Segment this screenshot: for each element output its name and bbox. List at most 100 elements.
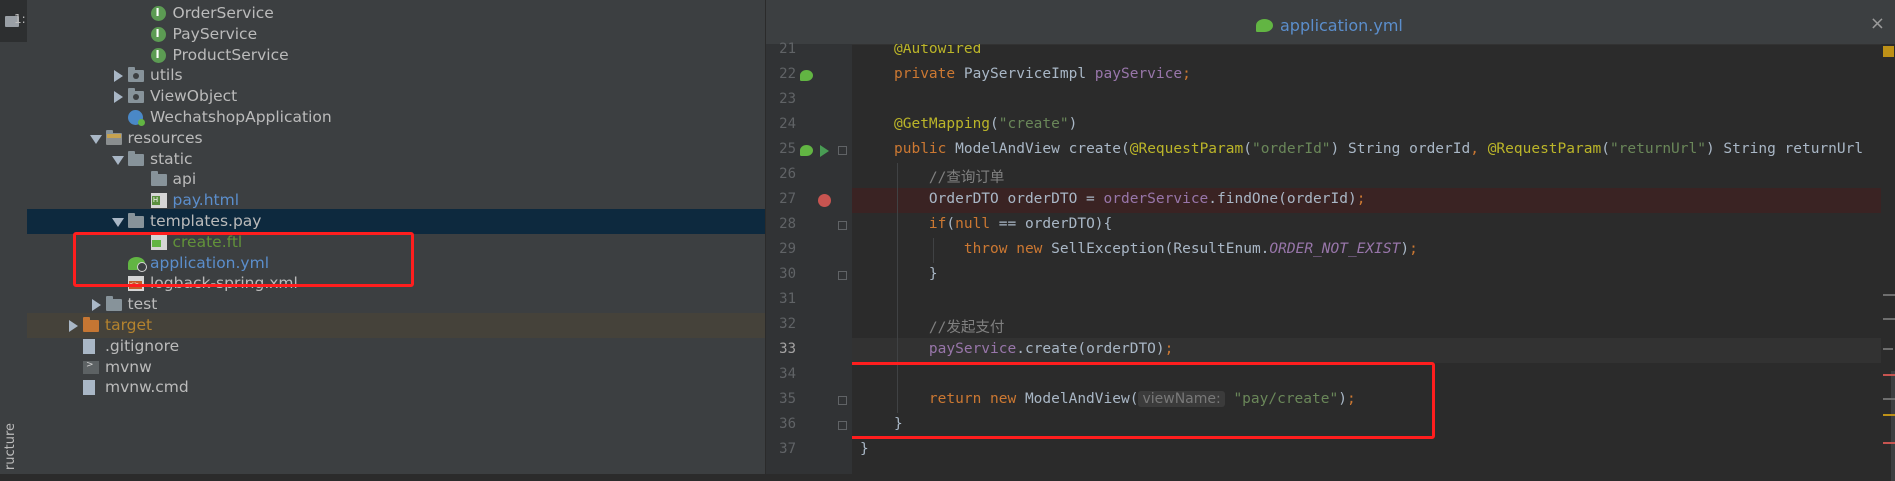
code-token: ) String returnUrl bbox=[1705, 141, 1864, 157]
spring-class-icon bbox=[128, 110, 145, 126]
fold-icon[interactable] bbox=[838, 271, 847, 280]
tree-item-label: templates.pay bbox=[150, 212, 262, 230]
warning-marker[interactable] bbox=[1883, 46, 1894, 57]
tree-item-label: api bbox=[172, 170, 197, 189]
stripe-marker[interactable] bbox=[1883, 374, 1895, 376]
stripe-marker[interactable] bbox=[1883, 398, 1895, 400]
stripe-marker[interactable] bbox=[1883, 294, 1895, 296]
code-text: OrderDTO orderDTO = orderService.findOne… bbox=[894, 191, 1366, 207]
stripe-marker[interactable] bbox=[1891, 371, 1895, 481]
tree-item-mvnw-cmd[interactable]: mvnw.cmd bbox=[27, 375, 765, 400]
structure-tool-tab[interactable]: ructure bbox=[3, 423, 18, 470]
project-tree-panel: OrderService PayService ProductService util… bbox=[27, 0, 765, 474]
line-number: 22 bbox=[779, 66, 796, 82]
stripe-marker[interactable] bbox=[1883, 348, 1893, 350]
fold-icon[interactable] bbox=[838, 146, 847, 155]
spring-bean-icon[interactable] bbox=[800, 70, 813, 81]
code-line[interactable] bbox=[852, 288, 1895, 313]
line-number: 25 bbox=[779, 141, 796, 157]
code-token: //查询订单 bbox=[894, 170, 1005, 186]
code-token: //发起支付 bbox=[894, 320, 1005, 336]
line-number: 24 bbox=[779, 116, 796, 132]
code-token: ) bbox=[1400, 241, 1410, 257]
code-token: ; bbox=[1182, 66, 1191, 82]
error-stripe[interactable] bbox=[1881, 44, 1895, 481]
line-number: 28 bbox=[779, 216, 796, 232]
code-token: ; bbox=[1409, 241, 1418, 257]
code-line[interactable]: //查询订单 bbox=[852, 163, 1895, 188]
tree-item-label: OrderService bbox=[172, 4, 274, 22]
folder-icon bbox=[128, 213, 144, 228]
line-number: 30 bbox=[779, 266, 796, 282]
folder-icon bbox=[128, 150, 144, 166]
tree-item-label: target bbox=[105, 316, 153, 334]
interface-icon bbox=[150, 47, 166, 63]
project-tool-tab[interactable]: 1: bbox=[0, 0, 27, 42]
tree-item-label: resources bbox=[127, 128, 203, 147]
line-number: 26 bbox=[779, 166, 796, 182]
code-line[interactable]: throw new SellException(ResultEnum.ORDER… bbox=[852, 238, 1895, 263]
code-line[interactable]: } bbox=[852, 263, 1895, 288]
chevron-down-icon[interactable] bbox=[112, 155, 124, 165]
tree-item-label: test bbox=[127, 295, 158, 314]
code-token: private bbox=[894, 66, 964, 82]
chevron-right-icon[interactable] bbox=[114, 70, 123, 83]
code-token: ( bbox=[1601, 141, 1610, 157]
code-text: @Autowired bbox=[894, 44, 981, 57]
chevron-down-icon[interactable] bbox=[89, 134, 102, 144]
code-token: "returnUrl" bbox=[1609, 141, 1706, 157]
breakpoint-icon[interactable] bbox=[818, 194, 831, 207]
close-icon[interactable]: × bbox=[1870, 13, 1885, 34]
code-token: orderService bbox=[1103, 191, 1209, 207]
tree-item-label: .gitignore bbox=[105, 336, 180, 355]
fold-icon[interactable] bbox=[838, 421, 847, 430]
chevron-right-icon[interactable] bbox=[69, 320, 78, 332]
code-token: if bbox=[928, 216, 947, 232]
interface-icon bbox=[150, 26, 166, 42]
code-line[interactable]: private PayServiceImpl payService; bbox=[852, 63, 1895, 88]
line-number: 32 bbox=[779, 316, 796, 332]
code-token: throw new bbox=[963, 241, 1052, 257]
code-line[interactable]: } bbox=[852, 438, 1895, 463]
code-token: .findOne(orderId) bbox=[1208, 191, 1357, 207]
code-line[interactable]: @GetMapping("create") bbox=[852, 113, 1895, 138]
fold-icon[interactable] bbox=[838, 396, 847, 405]
line-number: 36 bbox=[779, 416, 796, 432]
tree-item-label: ViewObject bbox=[150, 87, 238, 106]
chevron-right-icon[interactable] bbox=[114, 91, 123, 104]
code-line[interactable]: public ModelAndView create(@RequestParam… bbox=[852, 138, 1895, 163]
fold-icon[interactable] bbox=[838, 221, 847, 230]
chevron-right-icon[interactable] bbox=[91, 299, 101, 312]
code-token: ; bbox=[1356, 191, 1366, 207]
code-line[interactable] bbox=[852, 88, 1895, 113]
line-number: 29 bbox=[779, 241, 796, 257]
code-token: @Autowired bbox=[894, 44, 982, 57]
folder-icon bbox=[150, 171, 167, 187]
code-token: "create" bbox=[998, 116, 1069, 132]
tree-item-label: static bbox=[150, 149, 193, 168]
interface-icon bbox=[150, 6, 166, 21]
spring-bean-icon[interactable] bbox=[800, 145, 813, 156]
excluded-folder-icon bbox=[83, 317, 99, 332]
package-folder-icon bbox=[128, 67, 144, 83]
code-token: ORDER_NOT_EXIST bbox=[1269, 241, 1401, 257]
code-line[interactable]: OrderDTO orderDTO = orderService.findOne… bbox=[852, 188, 1895, 213]
package-folder-icon bbox=[128, 88, 144, 104]
run-icon[interactable] bbox=[820, 145, 829, 157]
code-token: @RequestParam bbox=[1487, 141, 1602, 157]
stripe-marker[interactable] bbox=[1883, 318, 1895, 320]
caret-marker[interactable] bbox=[1883, 414, 1895, 416]
breakpoint-marker[interactable] bbox=[1883, 442, 1895, 444]
code-line[interactable]: if(null == orderDTO){ bbox=[852, 213, 1895, 238]
chevron-down-icon[interactable] bbox=[112, 218, 124, 227]
code-line[interactable]: payService.create(orderDTO); bbox=[852, 338, 1895, 363]
code-area[interactable]: @Autowired private PayServiceImpl payServ… bbox=[852, 44, 1895, 474]
line-number: 35 bbox=[779, 391, 796, 407]
code-line[interactable]: //发起支付 bbox=[852, 313, 1895, 338]
line-number-gutter[interactable]: 21 22 23 24 25 26 27 28 29 30 31 32 33 34 35 36 37 bbox=[766, 41, 852, 474]
code-text: private PayServiceImpl payService; bbox=[894, 66, 1191, 82]
tree-item-label: utils bbox=[150, 66, 183, 85]
code-token: "orderId" bbox=[1251, 141, 1331, 157]
code-line[interactable]: @Autowired bbox=[852, 44, 1895, 63]
